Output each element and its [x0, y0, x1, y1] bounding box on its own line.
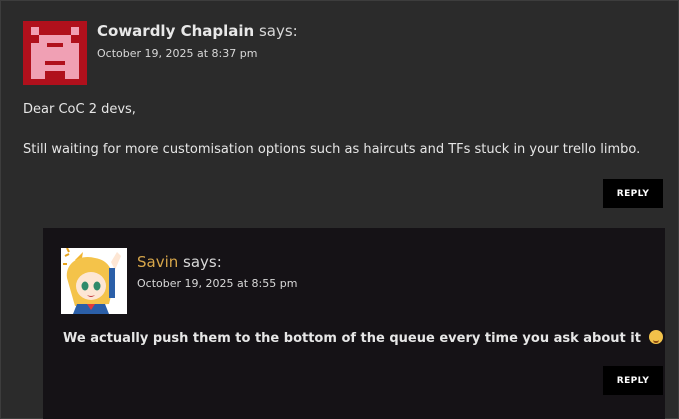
comment-date-link[interactable]: October 19, 2025 at 8:37 pm — [97, 47, 257, 60]
says-label: says: — [183, 253, 222, 271]
child-comment: Savin says: October 19, 2025 at 8:55 pm … — [43, 228, 665, 419]
comment-paragraph: Still waiting for more customisation opt… — [23, 142, 641, 157]
comment: Cowardly Chaplain says: October 19, 2025… — [0, 0, 679, 419]
reply-button[interactable]: REPLY — [603, 366, 663, 395]
author-name-link[interactable]: Cowardly Chaplain — [97, 22, 254, 40]
anime-character-avatar-icon — [61, 247, 127, 314]
wink-smile-emoji-icon — [648, 330, 663, 344]
reply-author: Savin says: — [137, 253, 222, 271]
reply-date-link[interactable]: October 19, 2025 at 8:55 pm — [137, 277, 297, 290]
comment-paragraph: Dear CoC 2 devs, — [23, 102, 136, 117]
avatar — [61, 247, 127, 314]
reply-button[interactable]: REPLY — [603, 179, 663, 208]
avatar — [23, 21, 87, 85]
reply-text: We actually push them to the bottom of t… — [63, 330, 663, 346]
reply-text-content: We actually push them to the bottom of t… — [63, 331, 641, 346]
comment-author: Cowardly Chaplain says: — [97, 22, 298, 40]
author-name-link[interactable]: Savin — [137, 253, 178, 271]
says-label: says: — [258, 22, 298, 40]
identicon-avatar-icon — [23, 21, 87, 85]
